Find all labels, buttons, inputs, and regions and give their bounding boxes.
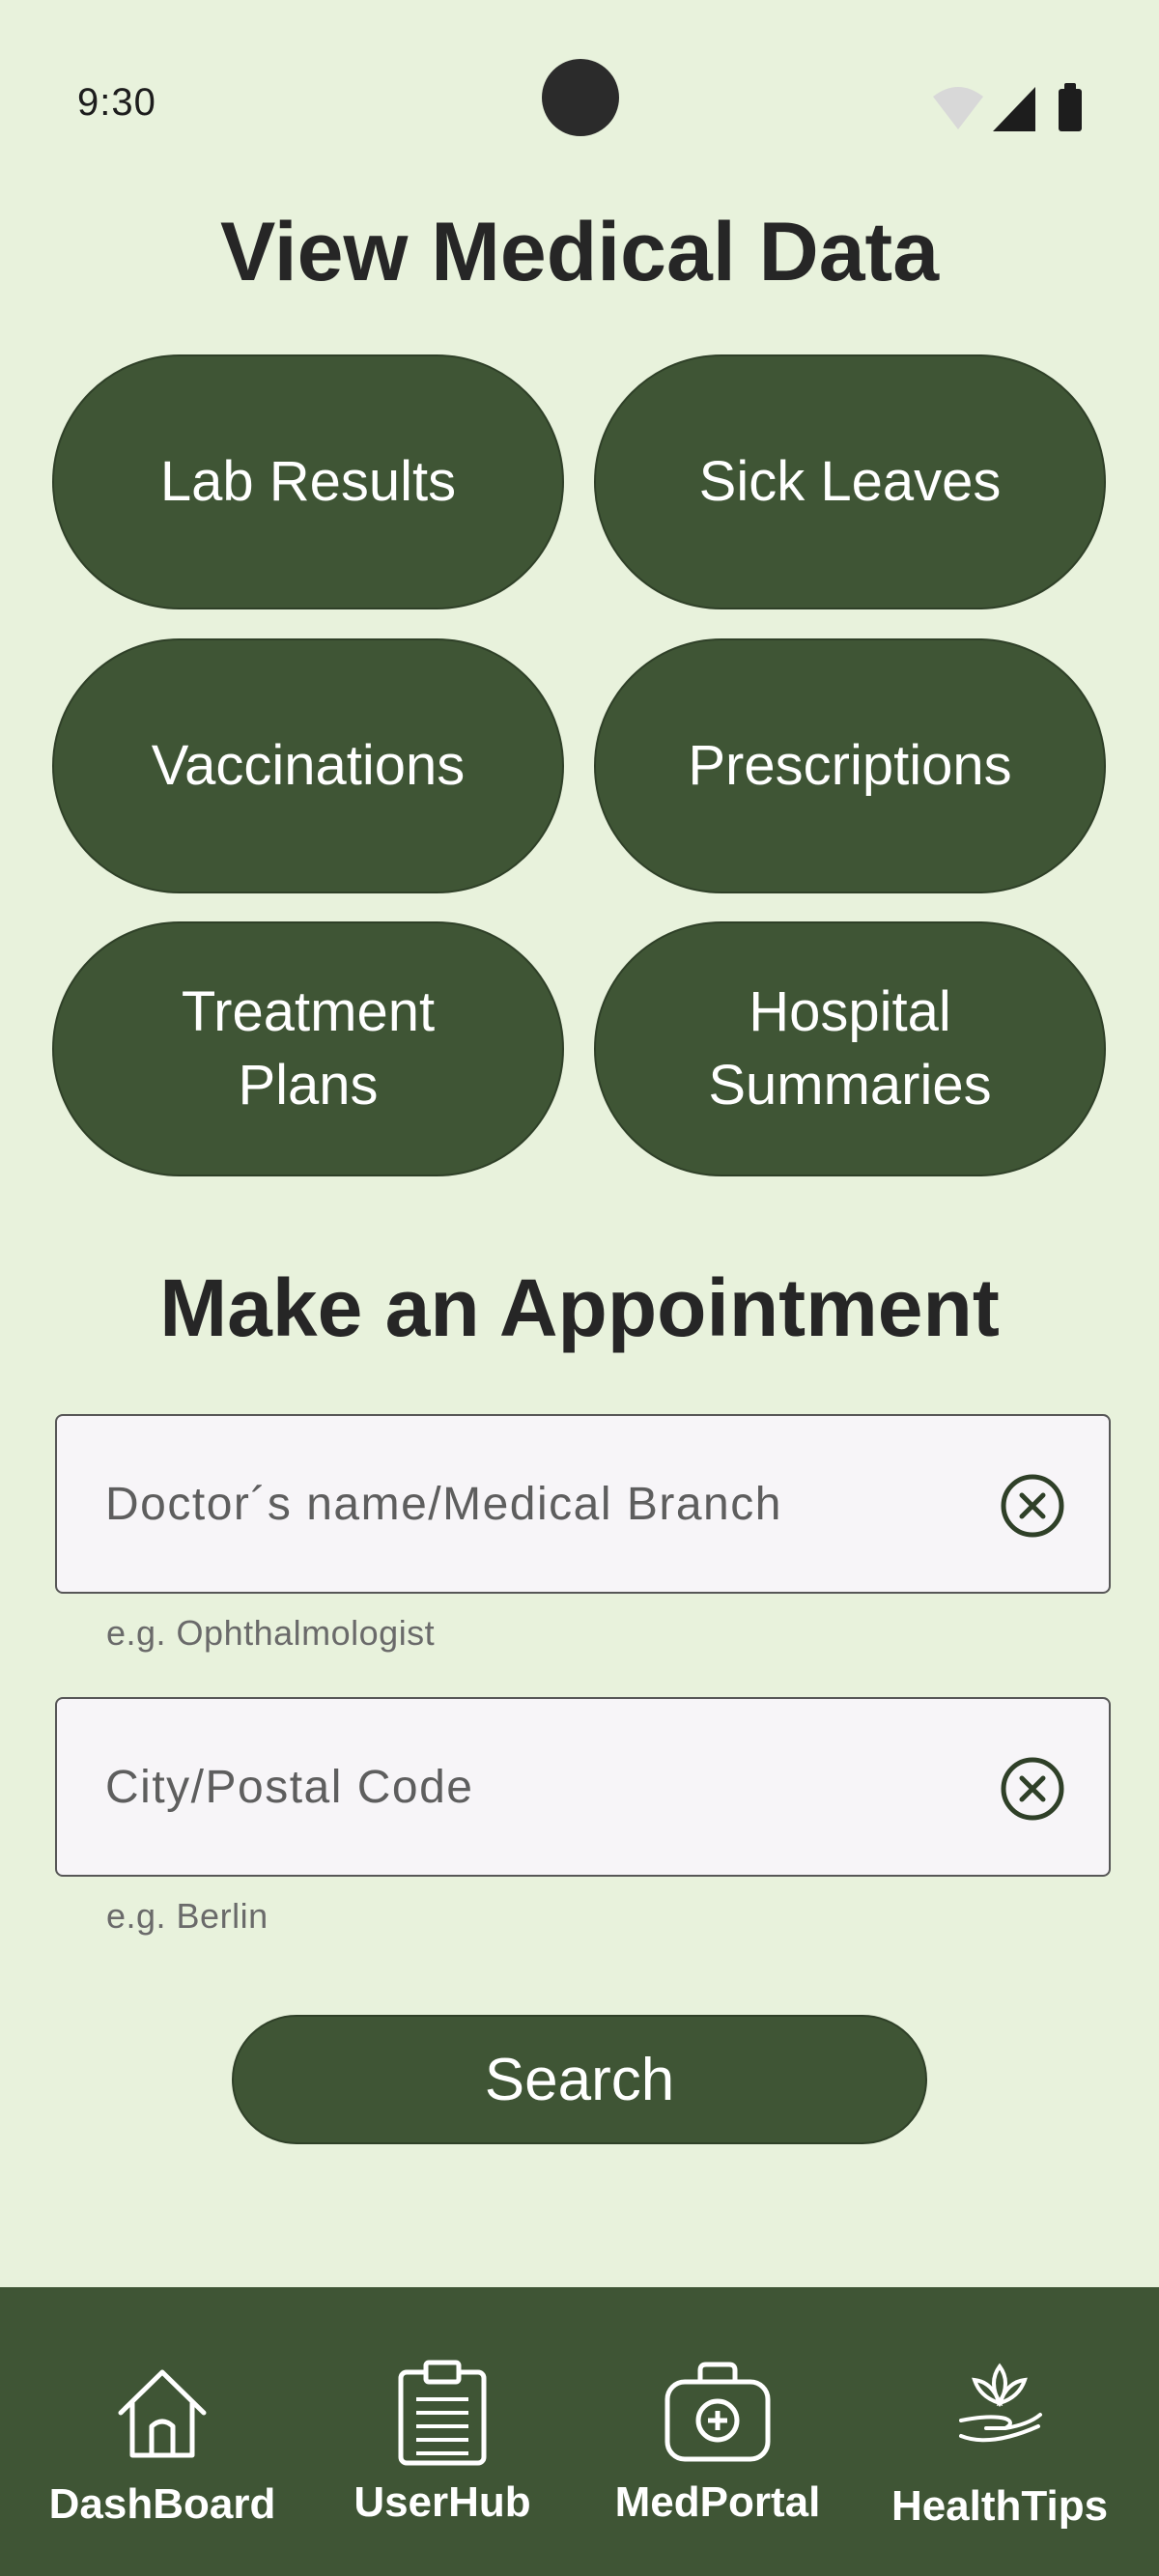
city-postal-input[interactable] <box>105 1699 975 1875</box>
nav-item-userhub[interactable]: UserHub <box>317 2287 568 2576</box>
city-field-hint: e.g. Berlin <box>106 1896 269 1936</box>
status-bar: 9:30 <box>0 0 1159 193</box>
signal-icon <box>993 87 1035 131</box>
lab-results-button[interactable]: Lab Results <box>52 354 564 609</box>
bottom-navigation: DashBoard UserHub MedPortal HealthTips <box>0 2287 1159 2576</box>
clear-icon[interactable] <box>999 1755 1066 1823</box>
wifi-icon <box>933 87 983 129</box>
search-button[interactable]: Search <box>232 2015 927 2144</box>
treatment-plans-button[interactable]: Treatment Plans <box>52 921 564 1176</box>
nav-label-userhub: UserHub <box>353 2478 531 2526</box>
medical-kit-icon <box>664 2362 771 2462</box>
doctor-name-input[interactable] <box>105 1416 975 1592</box>
doctor-field-hint: e.g. Ophthalmologist <box>106 1613 436 1653</box>
appointment-title: Make an Appointment <box>159 1262 1000 1353</box>
nav-item-healthtips[interactable]: HealthTips <box>874 2287 1125 2576</box>
battery-icon <box>1059 83 1082 131</box>
status-time: 9:30 <box>77 81 156 124</box>
hospital-summaries-button[interactable]: Hospital Summaries <box>594 921 1106 1176</box>
camera-cutout <box>542 59 619 136</box>
nav-label-healthtips: HealthTips <box>890 2482 1109 2530</box>
medical-data-title: View Medical Data <box>219 206 940 298</box>
home-icon <box>118 2369 207 2458</box>
city-search-field <box>55 1697 1111 1877</box>
doctor-search-field <box>55 1414 1111 1594</box>
vaccinations-button[interactable]: Vaccinations <box>52 638 564 893</box>
clear-icon[interactable] <box>999 1472 1066 1540</box>
sick-leaves-button[interactable]: Sick Leaves <box>594 354 1106 609</box>
nav-item-medportal[interactable]: MedPortal <box>592 2287 843 2576</box>
clipboard-icon <box>398 2360 487 2466</box>
nav-label-medportal: MedPortal <box>614 2478 821 2526</box>
nav-item-dashboard[interactable]: DashBoard <box>37 2287 288 2576</box>
prescriptions-button[interactable]: Prescriptions <box>594 638 1106 893</box>
status-icons <box>933 83 1082 131</box>
lotus-hand-icon <box>959 2363 1042 2443</box>
nav-label-dashboard: DashBoard <box>48 2480 276 2528</box>
